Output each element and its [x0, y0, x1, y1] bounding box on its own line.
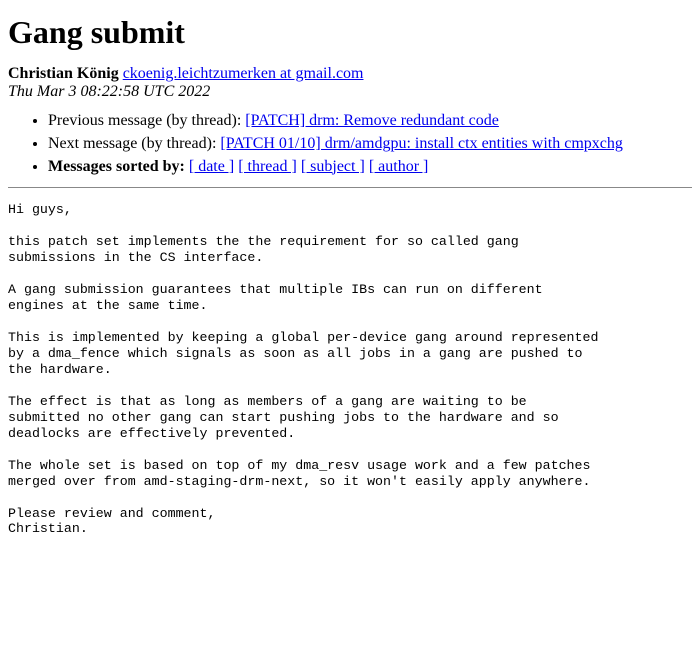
- prev-message-link[interactable]: [PATCH] drm: Remove redundant code: [245, 112, 499, 129]
- sort-thread-link[interactable]: [ thread ]: [238, 158, 297, 175]
- prev-message-item: Previous message (by thread): [PATCH] dr…: [48, 111, 692, 132]
- author-email-link[interactable]: ckoenig.leichtzumerken at gmail.com: [123, 65, 364, 82]
- sort-subject-link[interactable]: [ subject ]: [301, 158, 365, 175]
- prev-label: Previous message (by thread):: [48, 112, 245, 129]
- divider: [8, 187, 692, 188]
- message-body: Hi guys, this patch set implements the t…: [8, 202, 692, 537]
- message-date: Thu Mar 3 08:22:58 UTC 2022: [8, 83, 210, 100]
- sort-author-link[interactable]: [ author ]: [369, 158, 429, 175]
- next-message-link[interactable]: [PATCH 01/10] drm/amdgpu: install ctx en…: [220, 135, 622, 152]
- author-name: Christian König: [8, 65, 119, 82]
- sort-date-link[interactable]: [ date ]: [189, 158, 234, 175]
- sort-item: Messages sorted by: [ date ] [ thread ] …: [48, 157, 692, 178]
- next-message-item: Next message (by thread): [PATCH 01/10] …: [48, 134, 692, 155]
- nav-list: Previous message (by thread): [PATCH] dr…: [8, 111, 692, 177]
- page-title: Gang submit: [8, 14, 692, 51]
- message-header: Christian König ckoenig.leichtzumerken a…: [8, 65, 692, 101]
- next-label: Next message (by thread):: [48, 135, 220, 152]
- sort-label: Messages sorted by:: [48, 158, 185, 175]
